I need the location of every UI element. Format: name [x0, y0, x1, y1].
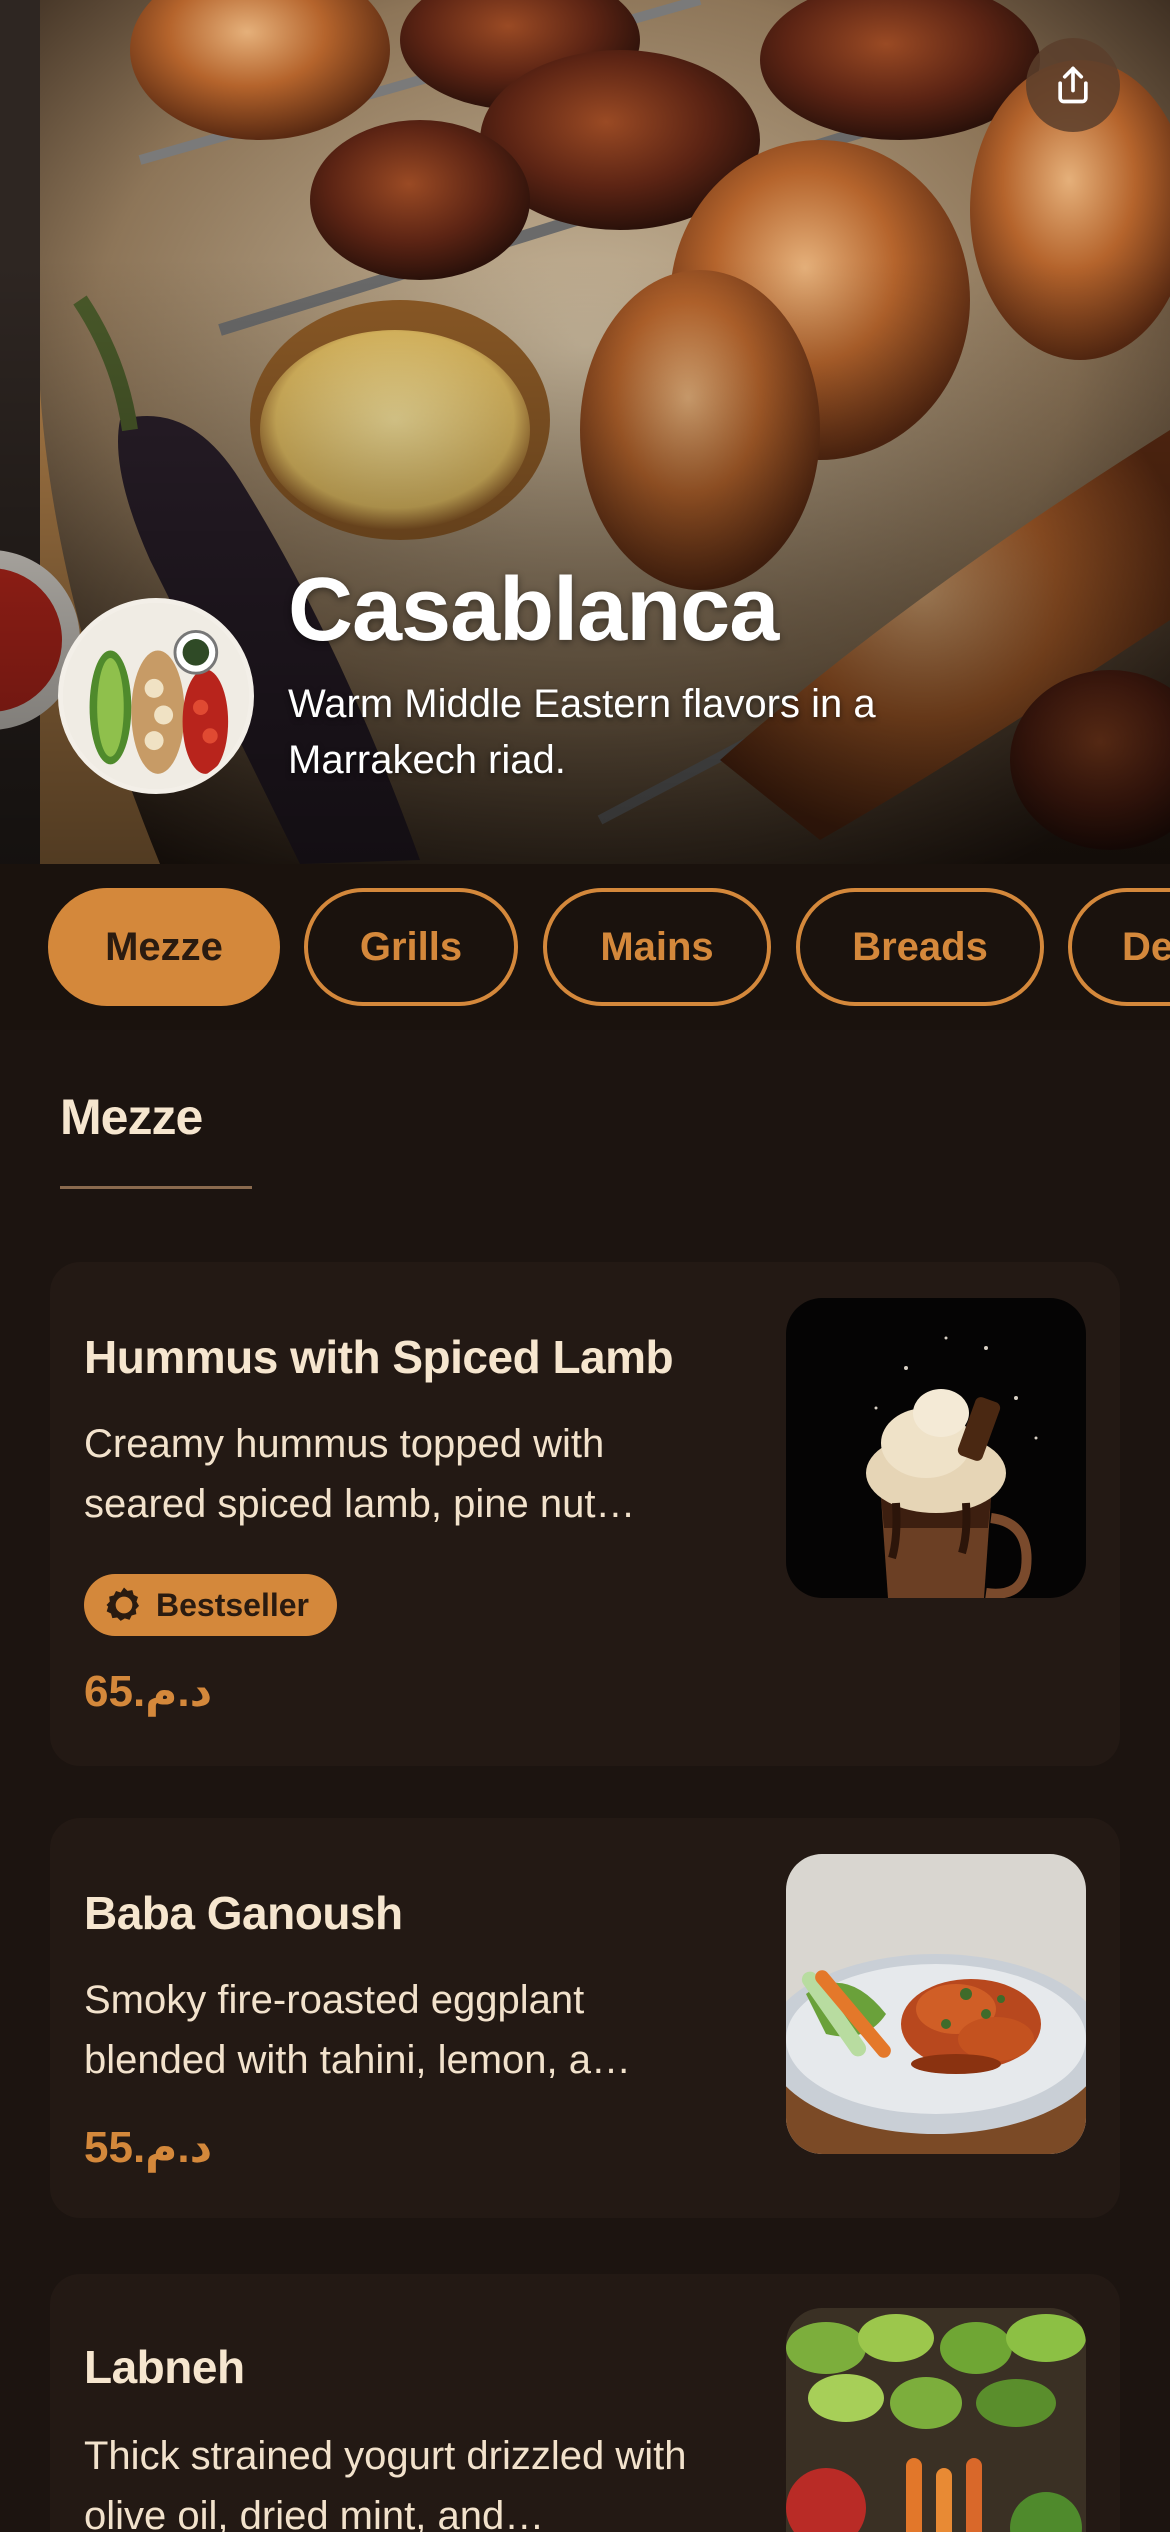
menu-item-name: Hummus with Spiced Lamb: [84, 1331, 674, 1383]
category-tab-mezze[interactable]: Mezze: [48, 888, 280, 1006]
menu-item-image: [786, 2308, 1086, 2532]
category-tabs: Mezze Grills Mains Breads De: [0, 864, 1170, 1030]
section-divider: [60, 1186, 252, 1189]
menu-item-description: Thick strained yogurt drizzled with oliv…: [84, 2434, 687, 2532]
menu-item-image: [786, 1298, 1086, 1598]
share-button[interactable]: [1026, 38, 1120, 132]
category-tab-desserts[interactable]: De: [1068, 888, 1170, 1006]
section-title: Mezze: [60, 1089, 203, 1145]
category-tab-mains[interactable]: Mains: [543, 888, 771, 1006]
menu-item-card[interactable]: Hummus with Spiced Lamb Creamy hummus to…: [50, 1262, 1120, 1766]
menu-item-description: Creamy hummus topped with seared spiced …: [84, 1422, 636, 1526]
menu-item-name: Baba Ganoush: [84, 1887, 403, 1939]
hero-banner: Casablanca Warm Middle Eastern flavors i…: [0, 0, 1170, 864]
menu-item-price: 65.د.م: [84, 1667, 213, 1716]
restaurant-tagline: Warm Middle Eastern flavors in a Marrake…: [288, 682, 876, 782]
bestseller-badge: Bestseller: [84, 1574, 337, 1636]
menu-item-image: [786, 1854, 1086, 2154]
menu-item-description: Smoky fire-roasted eggplant blended with…: [84, 1978, 631, 2082]
menu-item-card[interactable]: Labneh Thick strained yogurt drizzled wi…: [50, 2274, 1120, 2532]
category-tab-grills[interactable]: Grills: [304, 888, 518, 1006]
menu-item-price: 55.د.م: [84, 2123, 213, 2172]
category-tab-breads[interactable]: Breads: [796, 888, 1044, 1006]
restaurant-logo: [58, 598, 254, 794]
menu-item-name: Labneh: [84, 2341, 245, 2393]
seal-icon: [106, 1587, 139, 1621]
share-icon: [1058, 66, 1088, 104]
badge-label: Bestseller: [156, 1586, 309, 1623]
menu-item-card[interactable]: Baba Ganoush Smoky fire-roasted eggplant…: [50, 1818, 1120, 2218]
restaurant-name: Casablanca: [288, 560, 779, 660]
